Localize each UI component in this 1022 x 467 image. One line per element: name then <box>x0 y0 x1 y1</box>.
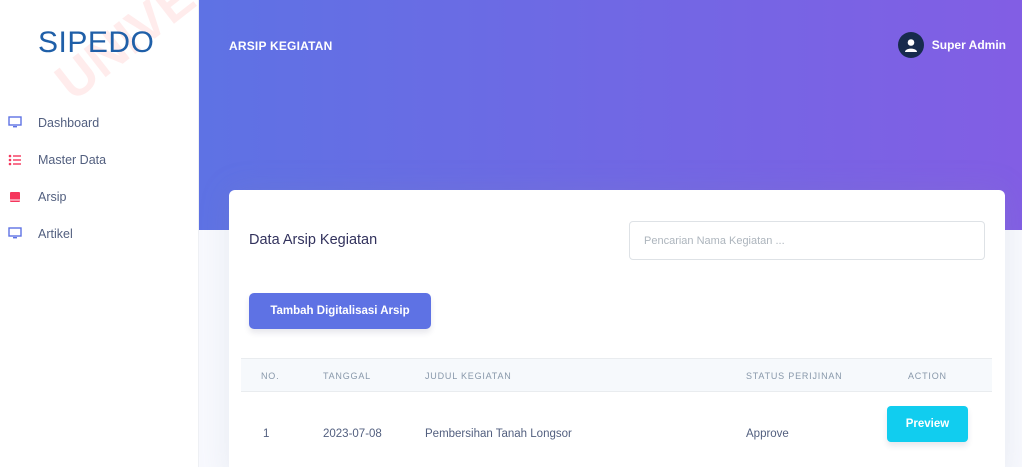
sidebar-item-label: Artikel <box>38 226 73 241</box>
column-header-status: STATUS PERIJINAN <box>746 371 843 381</box>
sidebar-item-label: Dashboard <box>38 115 100 130</box>
preview-button[interactable]: Preview <box>887 406 968 442</box>
table-row: 1 2023-07-08 Pembersihan Tanah Longsor A… <box>241 392 992 467</box>
search-input[interactable] <box>629 221 985 260</box>
cell-no: 1 <box>263 428 270 440</box>
sidebar-item-arsip[interactable]: Arsip <box>0 178 199 215</box>
sidebar-item-dashboard[interactable]: Dashboard <box>0 104 199 141</box>
app-logo[interactable]: SIPEDO <box>38 26 154 60</box>
sidebar-item-master-data[interactable]: Master Data <box>0 141 199 178</box>
column-header-tanggal: TANGGAL <box>323 371 371 381</box>
column-header-no: NO. <box>261 371 280 381</box>
monitor-icon <box>8 227 22 241</box>
sidebar-item-artikel[interactable]: Artikel <box>0 215 199 252</box>
user-icon <box>904 38 917 52</box>
sidebar-nav: Dashboard Master Data Arsip Artikel <box>0 104 199 252</box>
user-menu[interactable]: Super Admin <box>897 32 1006 58</box>
card-title: Data Arsip Kegiatan <box>249 232 378 248</box>
monitor-icon <box>8 116 22 130</box>
sidebar-item-label: Arsip <box>38 189 67 204</box>
book-icon <box>8 190 22 204</box>
add-archive-button[interactable]: Tambah Digitalisasi Arsip <box>249 293 431 329</box>
archive-card: Data Arsip Kegiatan Tambah Digitalisasi … <box>229 190 1005 467</box>
sidebar-item-label: Master Data <box>38 152 107 167</box>
user-name[interactable]: Super Admin <box>932 38 1006 52</box>
cell-tanggal: 2023-07-08 <box>323 428 382 440</box>
table-header: NO. TANGGAL JUDUL KEGIATAN STATUS PERIJI… <box>241 358 992 392</box>
cell-status: Approve <box>746 428 789 440</box>
list-icon <box>8 153 22 167</box>
column-header-judul: JUDUL KEGIATAN <box>425 371 512 381</box>
cell-judul: Pembersihan Tanah Longsor <box>425 428 572 440</box>
avatar[interactable] <box>897 32 924 58</box>
page-title: ARSIP KEGIATAN <box>229 39 333 53</box>
sidebar: UNIVE SIPEDO Dashboard Master Data Arsip… <box>0 0 206 467</box>
column-header-action: ACTION <box>908 371 947 381</box>
